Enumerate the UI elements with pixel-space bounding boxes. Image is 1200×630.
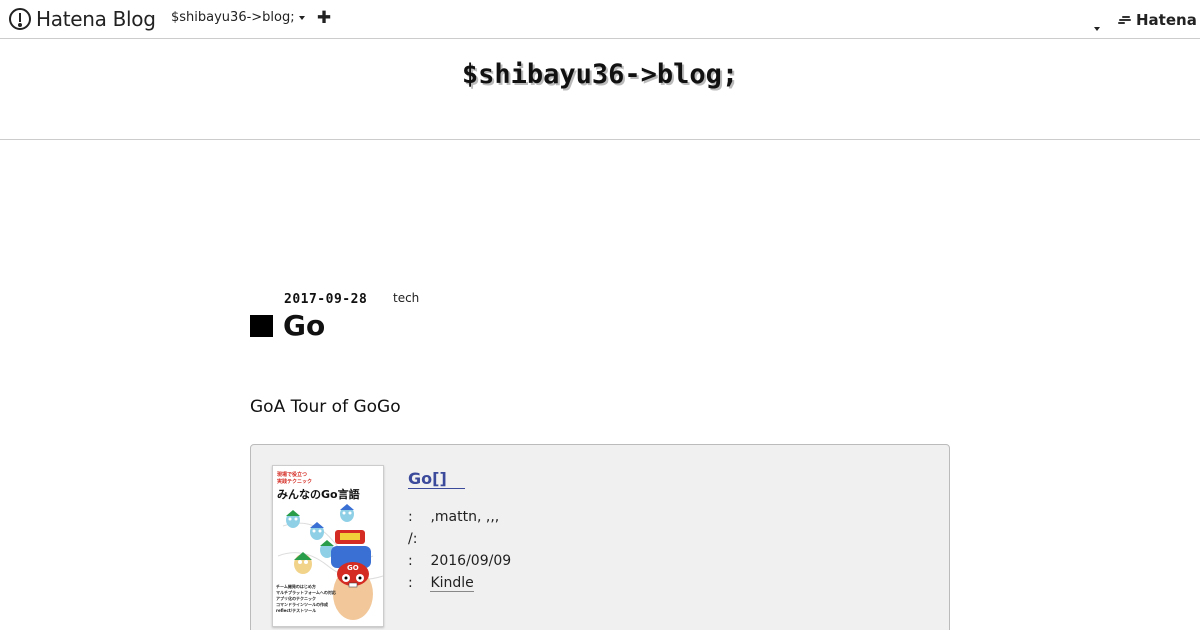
meta-row-publisher: /: <box>408 530 511 552</box>
entry-intro: GoA Tour of GoGo <box>250 397 401 417</box>
cover-main-title: みんなのGo言語 <box>277 487 360 501</box>
product-box: 現場で役立つ 実践テクニック みんなのGo言語 GO チーム開発のはじめ方 マル… <box>250 444 950 630</box>
entry-category[interactable]: tech <box>393 291 419 305</box>
hatena-bird-icon <box>1118 15 1132 25</box>
blog-title[interactable]: $shibayu36->blog; <box>0 59 1200 90</box>
blog-switcher-label: $shibayu36->blog; <box>171 10 295 25</box>
meta-value-release-date: 2016/09/09 <box>430 553 512 569</box>
meta-label: : <box>408 575 413 591</box>
meta-label: /: <box>408 531 418 547</box>
meta-value-author: ,mattn, ,,, <box>430 509 500 525</box>
user-menu-toggle[interactable] <box>1094 16 1100 35</box>
cover-tagline: 実践テクニック <box>277 478 312 485</box>
cover-bullet: アプリ化のテクニック <box>276 595 316 601</box>
svg-text:GO: GO <box>347 564 359 572</box>
cover-bullet: reflect/テストツール <box>276 607 316 613</box>
book-cover-image[interactable]: 現場で役立つ 実践テクニック みんなのGo言語 GO チーム開発のはじめ方 マル… <box>272 465 384 627</box>
hatena-blog-logo[interactable]: Hatena Blog <box>9 7 156 31</box>
meta-row-format: : Kindle <box>408 574 511 596</box>
product-title-link[interactable]: Go[] <box>408 469 465 489</box>
add-entry-button[interactable]: ✚ <box>316 9 332 27</box>
global-header: Hatena Blog $shibayu36->blog; ✚ Hatena <box>0 0 1200 39</box>
cover-bullet: コマンドラインツールの作成 <box>276 601 328 607</box>
meta-row-release-date: : 2016/09/09 <box>408 552 511 574</box>
cover-bullet: チーム開発のはじめ方 <box>276 583 316 589</box>
title-square-icon <box>250 315 273 337</box>
hatena-logo-label: Hatena <box>1136 11 1197 29</box>
product-meta: : ,mattn, ,,, /: : 2016/09/09 : Kindle <box>408 508 511 596</box>
entry-title[interactable]: Go <box>283 309 325 342</box>
kindle-link[interactable]: Kindle <box>430 575 474 592</box>
hatena-exclamation-icon <box>9 8 31 30</box>
cover-bullet: マルチプラットフォームへの対応 <box>276 589 336 595</box>
cover-tagline: 現場で役立つ <box>277 471 307 478</box>
hatena-home-link[interactable]: Hatena <box>1118 11 1197 29</box>
chevron-down-icon <box>1094 27 1100 31</box>
meta-label: : <box>408 553 413 569</box>
meta-label: : <box>408 509 413 525</box>
blog-header: $shibayu36->blog; <box>0 39 1200 140</box>
chevron-down-icon <box>298 15 305 20</box>
brand-label: Hatena Blog <box>36 7 156 31</box>
entry-date[interactable]: 2017-09-28 <box>284 292 367 307</box>
blog-switcher[interactable]: $shibayu36->blog; <box>171 10 305 25</box>
meta-row-author: : ,mattn, ,,, <box>408 508 511 530</box>
